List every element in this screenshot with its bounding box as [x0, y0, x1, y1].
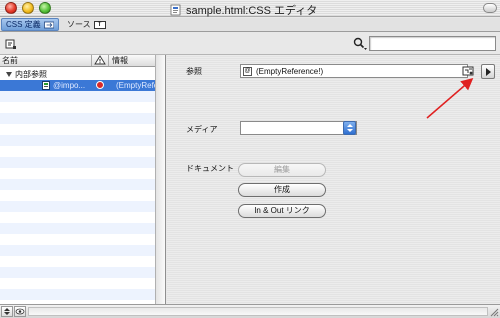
disclosure-triangle-icon[interactable] [6, 72, 12, 77]
column-header-name[interactable]: 名前 [0, 55, 92, 66]
edit-button[interactable]: 編集 [238, 163, 326, 177]
group-label: 内部参照 [15, 70, 47, 79]
list-row-empty [0, 168, 155, 179]
reference-field[interactable]: @ (EmptyReference!) [240, 64, 468, 78]
view-tabs: CSS 定義 ソース T [0, 18, 500, 32]
media-label: メディア [186, 125, 218, 134]
list-row-empty [0, 234, 155, 245]
window-title: sample.html:CSS エディタ [170, 2, 317, 18]
reference-type-icon: @ [243, 66, 252, 76]
list-row-empty [0, 190, 155, 201]
list-row-empty [0, 146, 155, 157]
selected-item-name: @impo... [53, 81, 86, 90]
search-input[interactable] [369, 36, 496, 51]
list-row-empty [0, 91, 155, 102]
tab-css-definition-label: CSS 定義 [6, 20, 41, 29]
top-toolbar [0, 33, 500, 55]
horizontal-scrollbar[interactable] [28, 307, 488, 316]
list-row-empty [0, 267, 155, 278]
list-row-empty [0, 245, 155, 256]
list-row-empty [0, 157, 155, 168]
list-row-empty [0, 135, 155, 146]
preview-button[interactable] [14, 306, 26, 317]
list-row-empty [0, 212, 155, 223]
new-rule-icon[interactable] [5, 38, 17, 50]
column-header-info[interactable]: 情報 [110, 55, 155, 66]
browse-file-icon[interactable] [462, 65, 475, 77]
toolbar-toggle-button[interactable] [483, 3, 497, 13]
inout-links-button[interactable]: In & Out リンク [238, 204, 326, 218]
inspector-pane: 参照 @ (EmptyReference!) メディア ドキュメント 編集 作成… [167, 55, 500, 304]
search-icon[interactable] [352, 37, 368, 51]
list-row-empty [0, 179, 155, 190]
split-arrows-icon [4, 308, 10, 315]
reference-menu-button[interactable] [481, 64, 495, 79]
zoom-window-button[interactable] [39, 2, 51, 14]
css-tab-icon [43, 21, 54, 28]
list-row-empty [0, 113, 155, 124]
media-select[interactable] [240, 121, 357, 135]
list-vertical-scrollbar[interactable] [155, 55, 165, 304]
list-row-empty [0, 278, 155, 289]
eye-icon [15, 308, 25, 315]
list-item-selected[interactable]: @impo... (EmptyRefe [0, 80, 155, 91]
document-label: ドキュメント [186, 164, 234, 173]
list-row-empty [0, 102, 155, 113]
tab-css-definition[interactable]: CSS 定義 [1, 18, 59, 31]
select-arrows-icon [343, 121, 356, 135]
resize-grip-icon[interactable] [489, 306, 499, 317]
list-row-empty [0, 124, 155, 135]
import-rule-icon [42, 81, 50, 90]
close-window-button[interactable] [5, 2, 17, 14]
list-row-empty [0, 223, 155, 234]
css-editor-window: sample.html:CSS エディタ CSS 定義 ソース T 名前 情報 … [0, 0, 500, 318]
window-title-text: sample.html:CSS エディタ [186, 5, 318, 17]
reference-value: (EmptyReference!) [256, 66, 324, 76]
warning-column-icon [94, 55, 106, 65]
error-badge-icon [96, 81, 104, 89]
list-row-empty [0, 289, 155, 300]
list-item-group[interactable]: 内部参照 [0, 69, 155, 80]
rule-list-pane: 名前 情報 内部参照 @impo... (EmptyRefe [0, 55, 166, 304]
text-tab-icon: T [93, 20, 106, 29]
rule-list: 内部参照 @impo... (EmptyRefe [0, 67, 155, 304]
minimize-window-button[interactable] [22, 2, 34, 14]
list-column-headers: 名前 情報 [0, 55, 155, 67]
column-header-status[interactable] [92, 55, 109, 66]
title-bar: sample.html:CSS エディタ [0, 0, 500, 17]
group-label-container: 内部参照 [6, 69, 47, 80]
tab-source-label: ソース [67, 20, 91, 29]
reference-label: 参照 [186, 67, 202, 76]
selected-item-info: (EmptyRefe [116, 81, 155, 90]
tab-source[interactable]: ソース T [63, 18, 111, 31]
create-button[interactable]: 作成 [238, 183, 326, 197]
list-row-empty [0, 201, 155, 212]
split-view-button[interactable] [1, 306, 13, 317]
document-icon [170, 4, 181, 16]
list-row-empty [0, 256, 155, 267]
bottom-status-bar [0, 304, 500, 318]
